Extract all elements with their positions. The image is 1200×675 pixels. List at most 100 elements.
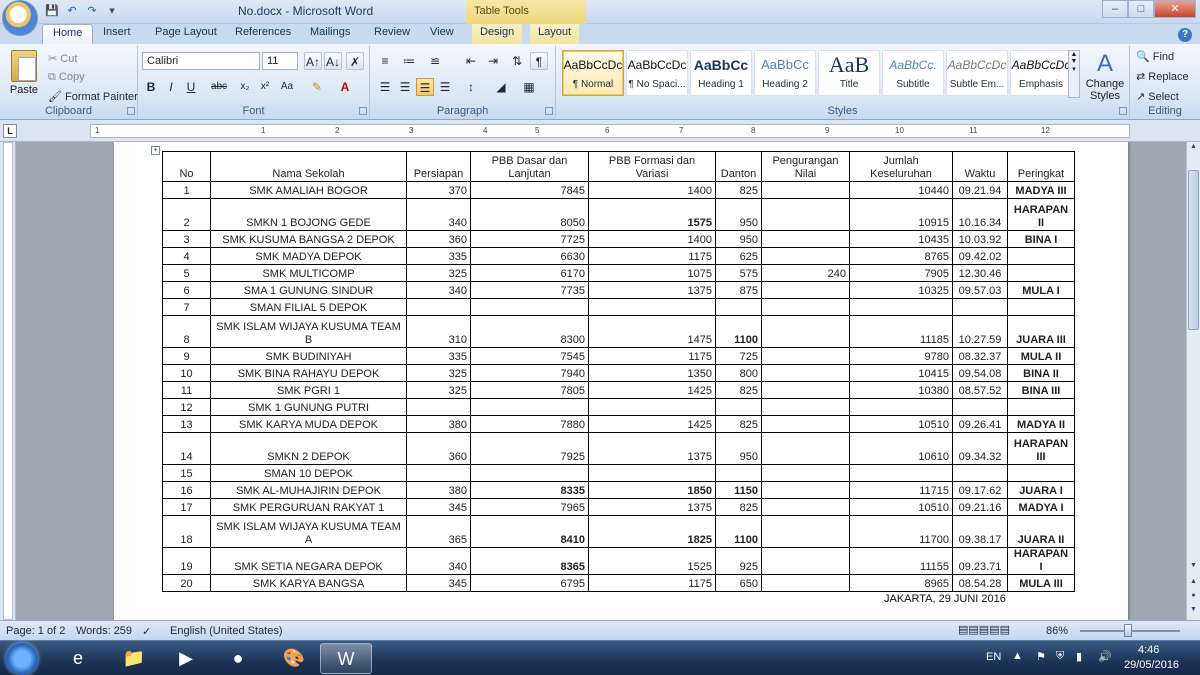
table-cell[interactable]: 11155 [849,547,953,575]
table-cell[interactable]: 10510 [849,415,953,433]
table-cell[interactable]: 1175 [588,574,716,592]
table-cell[interactable]: 10435 [849,230,953,248]
table-cell[interactable]: 6170 [470,264,589,282]
table-cell[interactable]: 18 [162,515,211,548]
table-cell[interactable]: 7805 [470,381,589,399]
scroll-thumb[interactable] [1188,170,1199,330]
table-cell[interactable]: 11185 [849,315,953,348]
table-cell[interactable]: MULA I [1007,281,1075,299]
table-cell[interactable]: 950 [715,198,762,231]
table-cell[interactable]: 7965 [470,498,589,516]
table-cell[interactable] [761,481,850,499]
table-cell[interactable]: 10.16.34 [952,198,1008,231]
replace-button[interactable]: ⇄ Replace [1136,70,1189,83]
table-cell[interactable]: 1100 [715,315,762,348]
table-cell[interactable]: 1400 [588,181,716,199]
font-name-box[interactable]: Calibri [142,52,260,70]
table-cell[interactable] [952,464,1008,482]
table-cell[interactable]: 7 [162,298,211,316]
minimize-button[interactable]: – [1102,0,1128,18]
table-cell[interactable] [761,415,850,433]
clock-date[interactable]: 29/05/2016 [1124,659,1179,671]
table-cell[interactable]: 6795 [470,574,589,592]
network-icon[interactable]: ▮ [1076,650,1082,663]
line-spacing-icon[interactable]: ↕ [462,78,480,96]
table-cell[interactable]: 335 [406,247,471,265]
align-left-icon[interactable]: ☰ [376,78,394,96]
table-cell[interactable] [406,298,471,316]
table-cell[interactable]: 10915 [849,198,953,231]
table-cell[interactable]: 08.57.52 [952,381,1008,399]
table-cell[interactable] [1007,398,1075,416]
style-emphasis[interactable]: AaBbCcDc Emphasis [1010,50,1072,96]
table-cell[interactable]: 575 [715,264,762,282]
table-cell[interactable]: 10415 [849,364,953,382]
table-cell[interactable] [952,398,1008,416]
table-cell[interactable]: 9780 [849,347,953,365]
table-cell[interactable]: 1 [162,181,211,199]
increase-indent-icon[interactable]: ⇥ [484,52,502,70]
table-cell[interactable]: JUARA I [1007,481,1075,499]
borders-icon[interactable]: ▦ [520,78,538,96]
table-cell[interactable]: BINA III [1007,381,1075,399]
table-cell[interactable]: 725 [715,347,762,365]
table-cell[interactable]: 16 [162,481,211,499]
tab-home[interactable]: Home [42,24,94,45]
table-cell[interactable] [588,464,716,482]
shrink-font-icon[interactable]: A↓ [324,52,342,70]
table-cell[interactable]: SMK AMALIAH BOGOR [210,181,407,199]
tray-expand-icon[interactable]: ▲ [1012,650,1023,662]
table-cell[interactable]: 950 [715,230,762,248]
table-cell[interactable]: SMK KUSUMA BANGSA 2 DEPOK [210,230,407,248]
help-icon[interactable]: ? [1178,28,1192,42]
table-cell[interactable]: 7545 [470,347,589,365]
table-cell[interactable]: 7735 [470,281,589,299]
table-cell[interactable]: 8300 [470,315,589,348]
table-cell[interactable]: 1575 [588,198,716,231]
table-cell[interactable]: HARAPAN I [1007,547,1075,575]
table-cell[interactable]: 1175 [588,347,716,365]
table-cell[interactable]: 8335 [470,481,589,499]
clock-time[interactable]: 4:46 [1138,644,1159,656]
table-cell[interactable]: SMK SETIA NEGARA DEPOK [210,547,407,575]
table-cell[interactable] [588,298,716,316]
table-cell[interactable] [761,381,850,399]
table-cell[interactable] [1007,298,1075,316]
maximize-button[interactable]: □ [1128,0,1154,18]
multilevel-list-icon[interactable]: ≌ [426,52,444,70]
zoom-level[interactable]: 86% [1046,625,1068,637]
column-header[interactable]: No [162,151,211,182]
proofing-icon[interactable]: ✓ [142,625,151,638]
table-cell[interactable]: 9 [162,347,211,365]
table-cell[interactable]: 11700 [849,515,953,548]
table-cell[interactable]: 10.03.92 [952,230,1008,248]
tab-view[interactable]: View [430,26,454,38]
table-cell[interactable]: SMK 1 GUNUNG PUTRI [210,398,407,416]
table-cell[interactable]: BINA II [1007,364,1075,382]
office-button[interactable] [2,0,38,36]
table-cell[interactable]: 365 [406,515,471,548]
table-cell[interactable] [761,364,850,382]
table-cell[interactable]: SMA 1 GUNUNG SINDUR [210,281,407,299]
strikethrough-icon[interactable]: abc [210,78,228,96]
table-cell[interactable]: 20 [162,574,211,592]
table-cell[interactable]: 6 [162,281,211,299]
table-cell[interactable]: 950 [715,432,762,465]
table-cell[interactable]: 1075 [588,264,716,282]
table-cell[interactable]: 380 [406,481,471,499]
table-cell[interactable]: SMAN FILIAL 5 DEPOK [210,298,407,316]
table-cell[interactable]: 09.21.16 [952,498,1008,516]
table-cell[interactable]: 1150 [715,481,762,499]
table-cell[interactable]: 09.57.03 [952,281,1008,299]
scroll-down-icon[interactable]: ▼ [1188,562,1199,574]
table-cell[interactable] [470,398,589,416]
table-cell[interactable]: 8050 [470,198,589,231]
document-page[interactable]: No Nama Sekolah Persiapan PBB Dasar dan … [114,142,1128,620]
table-cell[interactable]: 3 [162,230,211,248]
change-case-icon[interactable]: Aa [278,78,296,96]
table-cell[interactable]: JUARA III [1007,315,1075,348]
browse-object-icon[interactable]: ● [1188,592,1199,604]
table-cell[interactable] [761,574,850,592]
table-cell[interactable] [715,464,762,482]
table-cell[interactable]: 8365 [470,547,589,575]
